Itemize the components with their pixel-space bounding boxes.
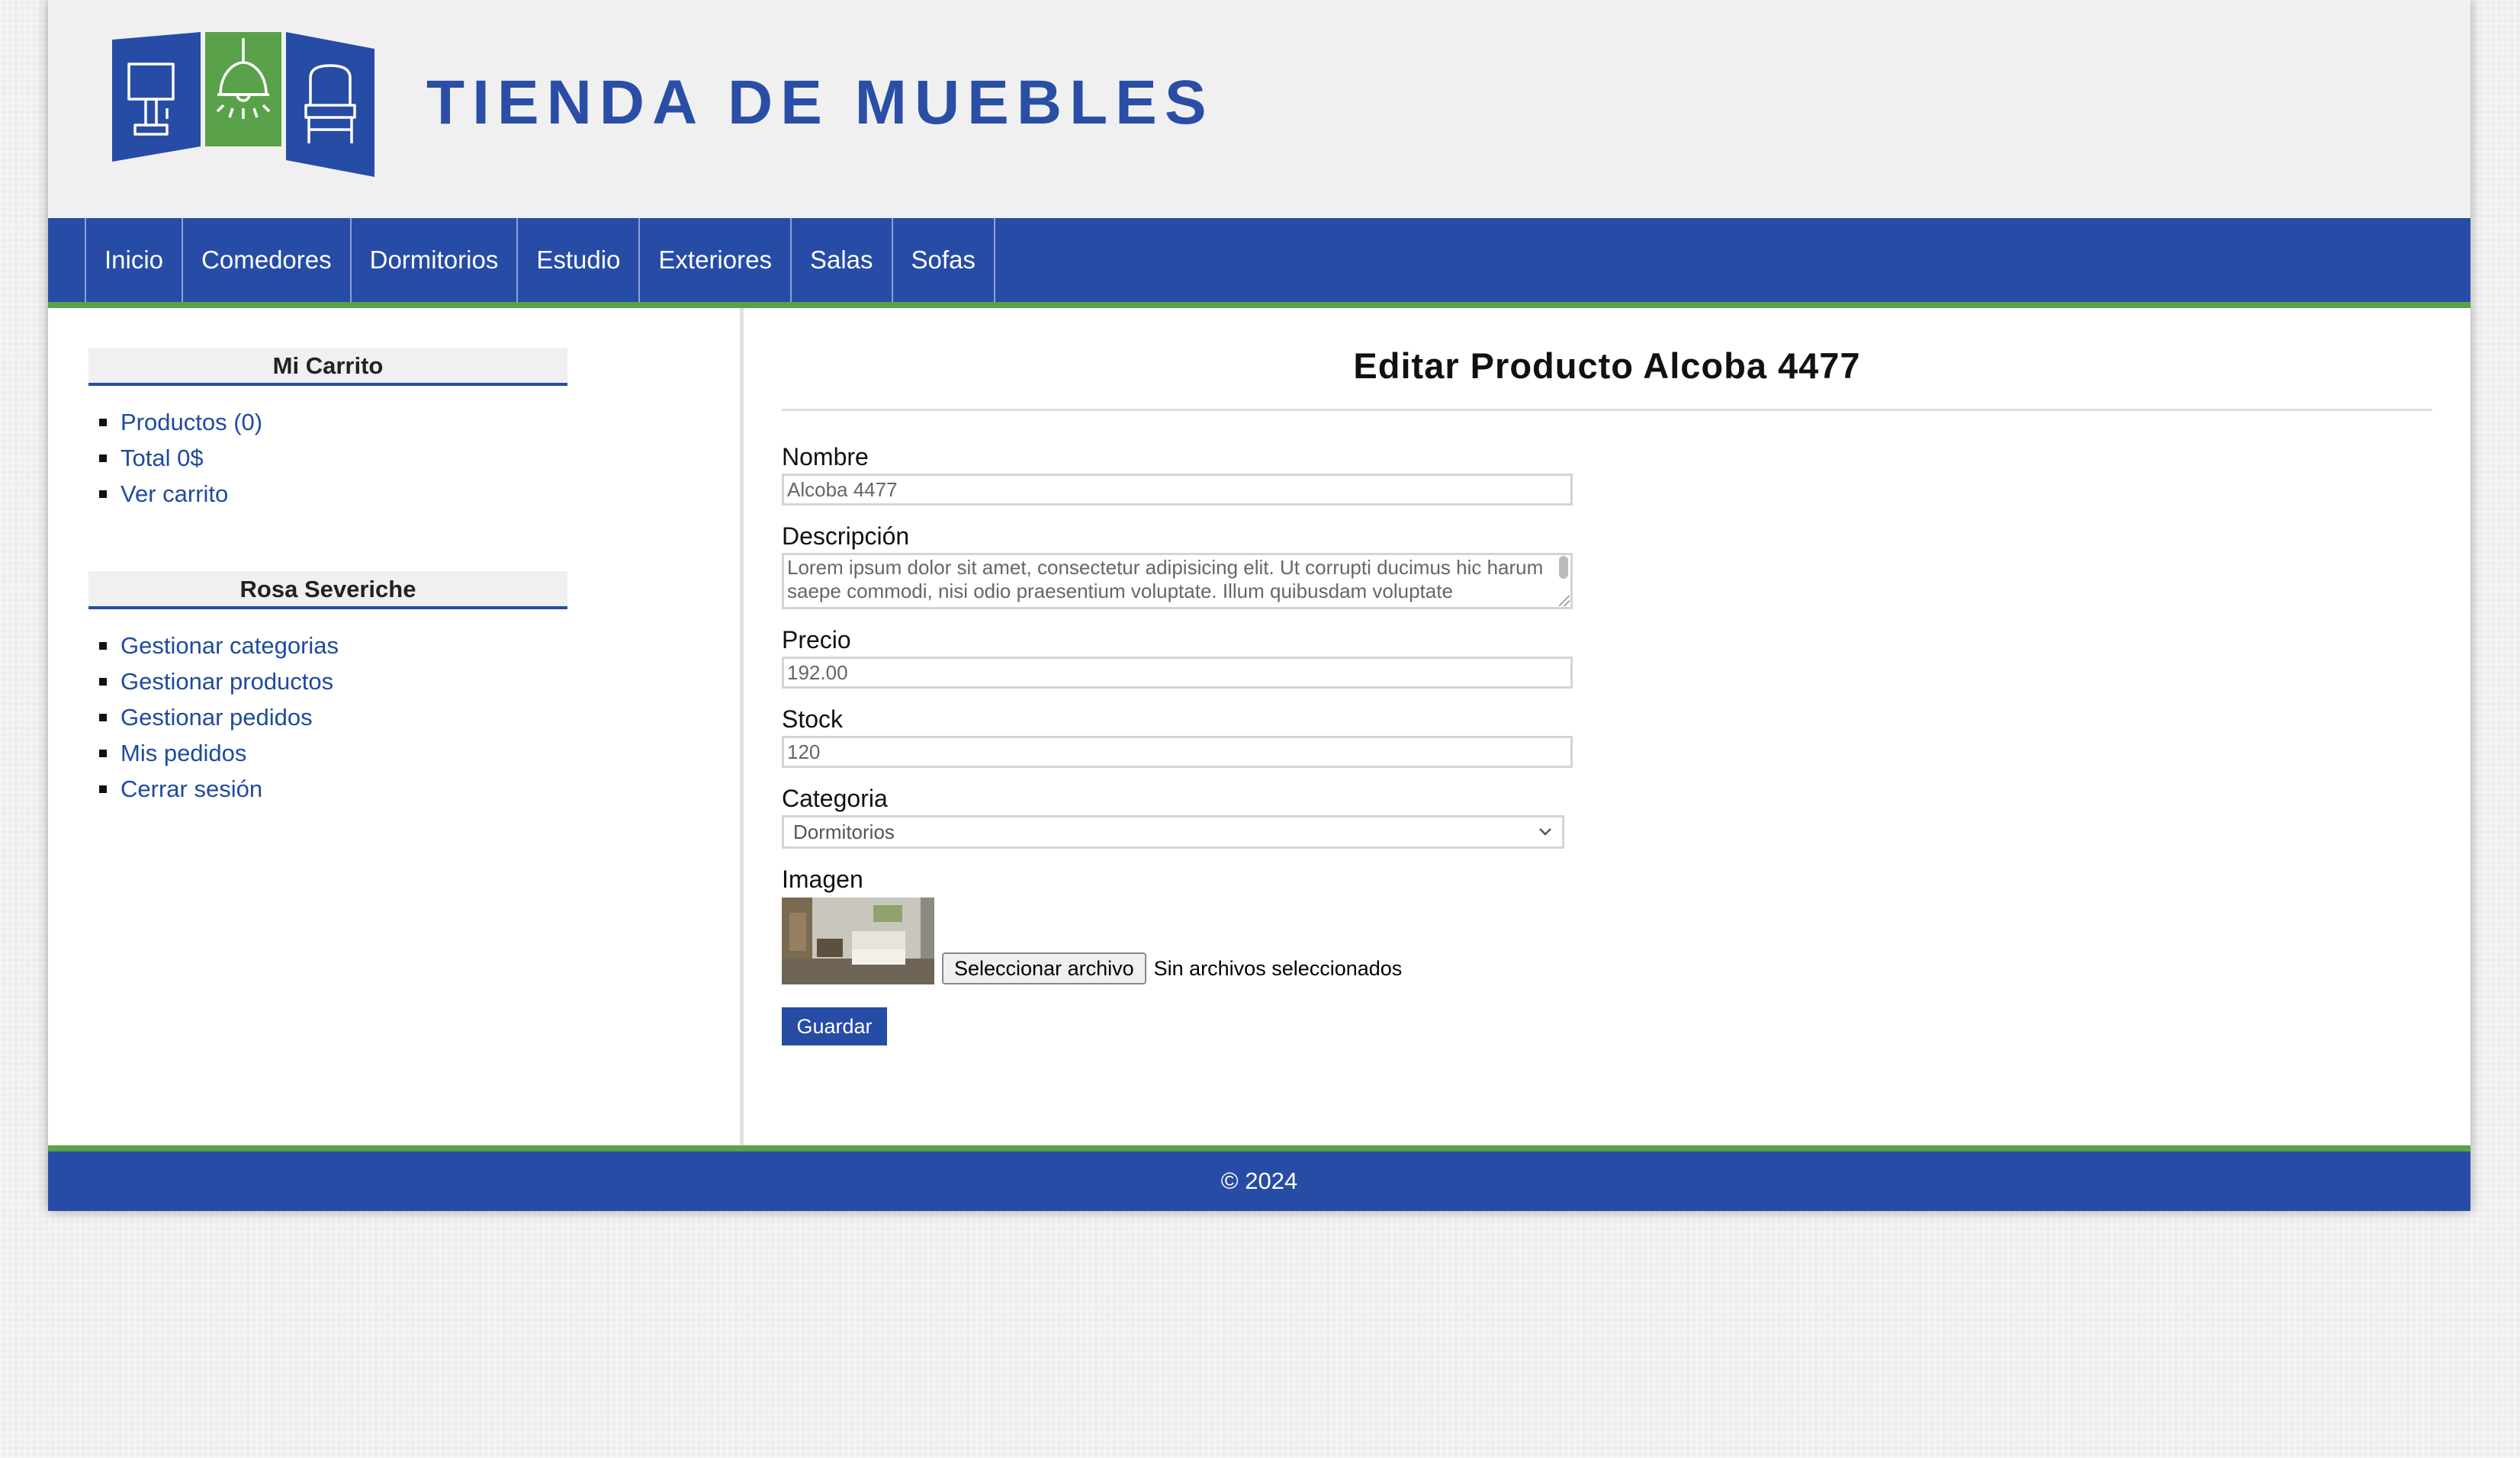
bullet-square-icon — [99, 677, 107, 686]
save-button[interactable]: Guardar — [782, 1007, 887, 1045]
my-orders-link[interactable]: Mis pedidos — [99, 735, 740, 771]
cart-total-label[interactable]: Total 0$ — [121, 440, 204, 476]
page-container: TIENDA DE MUEBLES Inicio Comedores Dormi… — [48, 0, 2470, 1211]
user-menu-list: Gestionar categorias Gestionar productos… — [99, 628, 740, 807]
nav-item-exteriores[interactable]: Exteriores — [640, 218, 792, 302]
nav-item-dormitorios[interactable]: Dormitorios — [352, 218, 519, 302]
user-block: Rosa Severiche Gestionar categorias Gest… — [88, 571, 740, 807]
manage-products-link[interactable]: Gestionar productos — [99, 663, 740, 699]
resize-grip-icon[interactable] — [1559, 596, 1570, 606]
bullet-square-icon — [99, 641, 107, 650]
bullet-square-icon — [99, 490, 107, 498]
main-content: Editar Producto Alcoba 4477 Nombre Descr… — [744, 308, 2470, 1145]
name-label: Nombre — [782, 443, 869, 470]
image-label: Imagen — [782, 865, 863, 893]
category-select[interactable]: Dormitorios — [782, 815, 1564, 849]
site-title: TIENDA DE MUEBLES — [426, 68, 1214, 137]
my-orders-label[interactable]: Mis pedidos — [121, 735, 246, 771]
cart-block: Mi Carrito Productos (0) Total 0$ Ver ca… — [88, 348, 740, 512]
bullet-square-icon — [99, 418, 107, 426]
view-cart-label[interactable]: Ver carrito — [121, 476, 228, 512]
nav-item-inicio[interactable]: Inicio — [86, 218, 184, 302]
manage-products-label[interactable]: Gestionar productos — [121, 663, 333, 699]
user-block-title: Rosa Severiche — [88, 571, 567, 609]
name-input[interactable] — [782, 474, 1573, 506]
category-selected-value: Dormitorios — [793, 820, 895, 843]
manage-orders-link[interactable]: Gestionar pedidos — [99, 699, 740, 735]
bullet-square-icon — [99, 713, 107, 721]
nav-item-salas[interactable]: Salas — [792, 218, 893, 302]
bullet-square-icon — [99, 785, 107, 793]
site-header: TIENDA DE MUEBLES — [48, 0, 2470, 218]
site-footer: © 2024 — [48, 1145, 2470, 1211]
nav-item-estudio[interactable]: Estudio — [518, 218, 641, 302]
cart-block-title: Mi Carrito — [88, 348, 567, 386]
stock-label: Stock — [782, 705, 844, 733]
description-label: Descripción — [782, 522, 910, 550]
bullet-square-icon — [99, 454, 107, 462]
image-row: Seleccionar archivo Sin archivos selecci… — [782, 898, 2432, 984]
cart-products-label[interactable]: Productos (0) — [121, 404, 262, 440]
price-label: Precio — [782, 626, 851, 654]
title-divider — [782, 409, 2432, 411]
cart-list: Productos (0) Total 0$ Ver carrito — [99, 404, 740, 512]
main-navigation: Inicio Comedores Dormitorios Estudio Ext… — [48, 218, 2470, 308]
furniture-logo-icon[interactable] — [112, 32, 374, 177]
page-title: Editar Producto Alcoba 4477 — [1353, 345, 1861, 386]
file-status-text: Sin archivos seleccionados — [1153, 957, 1403, 980]
description-scrollbar[interactable] — [1559, 556, 1568, 579]
cart-products-link[interactable]: Productos (0) — [99, 404, 740, 440]
select-file-button[interactable]: Seleccionar archivo — [942, 952, 1146, 984]
logout-link[interactable]: Cerrar sesión — [99, 771, 740, 807]
edit-product-form: Nombre Descripción Lorem ipsum dolor sit… — [782, 443, 2432, 1045]
logout-label[interactable]: Cerrar sesión — [121, 771, 262, 807]
stock-input[interactable] — [782, 736, 1573, 768]
description-textarea[interactable]: Lorem ipsum dolor sit amet, consectetur … — [782, 553, 1573, 609]
manage-categories-label[interactable]: Gestionar categorias — [121, 628, 339, 663]
cart-total-link[interactable]: Total 0$ — [99, 440, 740, 476]
view-cart-link[interactable]: Ver carrito — [99, 476, 740, 512]
manage-categories-link[interactable]: Gestionar categorias — [99, 628, 740, 663]
bullet-square-icon — [99, 749, 107, 757]
price-input[interactable] — [782, 657, 1573, 689]
nav-item-comedores[interactable]: Comedores — [183, 218, 352, 302]
product-image-thumbnail — [782, 898, 934, 984]
nav-item-sofas[interactable]: Sofas — [893, 218, 995, 302]
description-field: Lorem ipsum dolor sit amet, consectetur … — [782, 553, 1573, 609]
content-area: Mi Carrito Productos (0) Total 0$ Ver ca… — [48, 308, 2470, 1145]
category-label: Categoria — [782, 785, 888, 812]
sidebar: Mi Carrito Productos (0) Total 0$ Ver ca… — [48, 308, 744, 1145]
nav-list: Inicio Comedores Dormitorios Estudio Ext… — [85, 218, 995, 302]
manage-orders-label[interactable]: Gestionar pedidos — [121, 699, 313, 735]
chevron-down-icon — [1539, 828, 1551, 836]
